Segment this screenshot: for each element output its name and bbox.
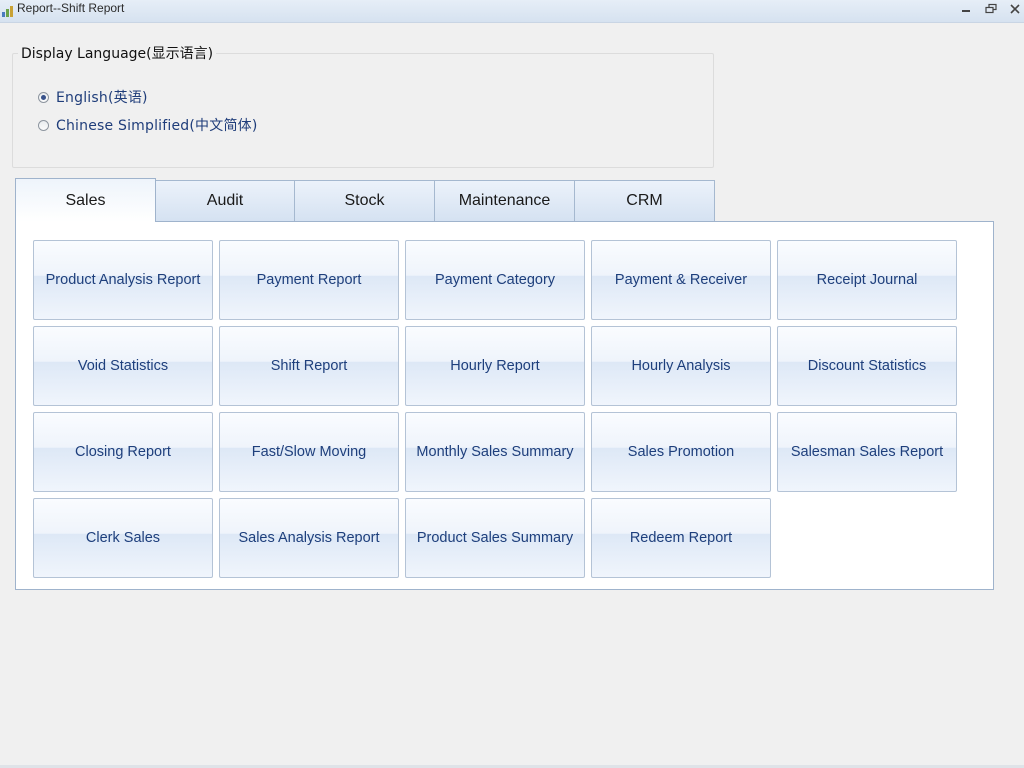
radio-unchecked-icon[interactable] <box>38 119 49 131</box>
minimize-icon[interactable] <box>959 3 973 15</box>
restore-icon[interactable] <box>984 3 998 15</box>
receipt-journal-button[interactable]: Receipt Journal <box>777 240 957 320</box>
tab-crm[interactable]: CRM <box>574 180 715 221</box>
sales-analysis-report-button[interactable]: Sales Analysis Report <box>219 498 399 578</box>
title-bar: Report--Shift Report <box>0 0 1024 23</box>
payment-and-receiver-button[interactable]: Payment & Receiver <box>591 240 771 320</box>
display-language-group <box>12 53 714 168</box>
monthly-sales-summary-button[interactable]: Monthly Sales Summary <box>405 412 585 492</box>
window-title: Report--Shift Report <box>17 1 125 15</box>
language-option-english[interactable]: English(英语) <box>38 87 148 107</box>
hourly-report-button[interactable]: Hourly Report <box>405 326 585 406</box>
sales-promotion-button[interactable]: Sales Promotion <box>591 412 771 492</box>
tab-audit[interactable]: Audit <box>155 180 295 221</box>
fast-slow-moving-button[interactable]: Fast/Slow Moving <box>219 412 399 492</box>
discount-statistics-button[interactable]: Discount Statistics <box>777 326 957 406</box>
tab-maintenance[interactable]: Maintenance <box>434 180 575 221</box>
language-option-chinese-simplified[interactable]: Chinese Simplified(中文简体) <box>38 115 258 135</box>
tab-sales[interactable]: Sales <box>15 178 156 222</box>
salesman-sales-report-button[interactable]: Salesman Sales Report <box>777 412 957 492</box>
report-chart-icon <box>1 3 15 17</box>
payment-category-button[interactable]: Payment Category <box>405 240 585 320</box>
clerk-sales-button[interactable]: Clerk Sales <box>33 498 213 578</box>
product-analysis-report-button[interactable]: Product Analysis Report <box>33 240 213 320</box>
language-option-label: Chinese Simplified(中文简体) <box>56 118 258 134</box>
redeem-report-button[interactable]: Redeem Report <box>591 498 771 578</box>
display-language-legend: Display Language(显示语言) <box>18 43 217 63</box>
shift-report-button[interactable]: Shift Report <box>219 326 399 406</box>
hourly-analysis-button[interactable]: Hourly Analysis <box>591 326 771 406</box>
void-statistics-button[interactable]: Void Statistics <box>33 326 213 406</box>
language-option-label: English(英语) <box>56 90 148 106</box>
close-icon[interactable] <box>1008 3 1022 15</box>
radio-checked-icon[interactable] <box>38 91 49 103</box>
payment-report-button[interactable]: Payment Report <box>219 240 399 320</box>
closing-report-button[interactable]: Closing Report <box>33 412 213 492</box>
product-sales-summary-button[interactable]: Product Sales Summary <box>405 498 585 578</box>
tab-stock[interactable]: Stock <box>294 180 435 221</box>
